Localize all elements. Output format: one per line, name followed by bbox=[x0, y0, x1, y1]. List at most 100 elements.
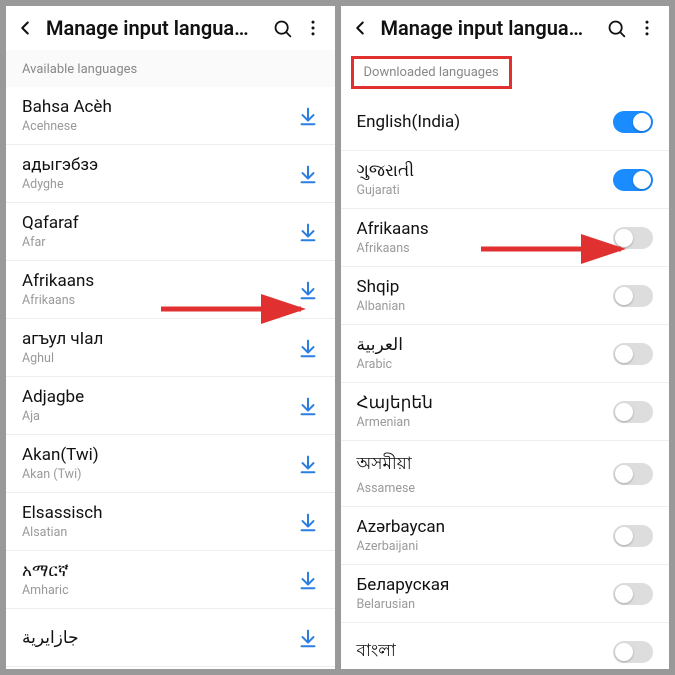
list-item[interactable]: Azərbaycan Azerbaijani bbox=[341, 507, 670, 565]
language-labels: অসমীয়াAssamese bbox=[357, 451, 614, 496]
language-secondary: Afar bbox=[22, 235, 297, 250]
language-toggle[interactable] bbox=[613, 169, 653, 191]
language-toggle[interactable] bbox=[613, 111, 653, 133]
search-icon[interactable] bbox=[272, 18, 293, 39]
language-toggle[interactable] bbox=[613, 343, 653, 365]
download-icon[interactable] bbox=[297, 221, 319, 243]
language-toggle[interactable] bbox=[613, 285, 653, 307]
list-item[interactable]: አማርኛ Amharic bbox=[6, 551, 335, 609]
download-icon[interactable] bbox=[297, 105, 319, 127]
language-secondary: Amharic bbox=[22, 583, 297, 598]
language-labels: Azərbaycan Azerbaijani bbox=[357, 517, 614, 554]
download-icon[interactable] bbox=[297, 163, 319, 185]
list-item[interactable]: Հայերեն Armenian bbox=[341, 383, 670, 441]
language-secondary: Acehnese bbox=[22, 119, 297, 134]
language-primary: Հայերեն bbox=[357, 393, 614, 413]
language-secondary: Belarusian bbox=[357, 597, 614, 612]
language-secondary: Assamese bbox=[357, 481, 614, 496]
language-secondary: Gujarati bbox=[357, 183, 614, 198]
back-icon[interactable] bbox=[14, 17, 36, 39]
list-item[interactable]: адыгэбзэ Adyghe bbox=[6, 145, 335, 203]
list-item[interactable]: AfrikaansAfrikaans bbox=[341, 209, 670, 267]
download-icon[interactable] bbox=[297, 453, 319, 475]
language-toggle[interactable] bbox=[613, 227, 653, 249]
list-item[interactable]: Afrikaans Afrikaans bbox=[6, 261, 335, 319]
language-secondary: Arabic bbox=[357, 357, 614, 372]
list-item[interactable]: QafarafAfar bbox=[6, 203, 335, 261]
language-primary: বাংলা bbox=[357, 638, 614, 666]
download-icon[interactable] bbox=[297, 337, 319, 359]
list-item[interactable]: العربيةArabic bbox=[341, 325, 670, 383]
list-item[interactable]: ગુજરાતી Gujarati bbox=[341, 151, 670, 209]
language-labels: English(India) bbox=[357, 112, 614, 132]
language-toggle[interactable] bbox=[613, 401, 653, 423]
list-item[interactable]: جازايرية bbox=[6, 609, 335, 667]
language-secondary: Azerbaijani bbox=[357, 539, 614, 554]
language-primary: адыгэбзэ bbox=[22, 155, 297, 175]
appbar: Manage input langua… bbox=[6, 6, 335, 50]
language-toggle[interactable] bbox=[613, 583, 653, 605]
language-primary: Afrikaans bbox=[357, 219, 614, 239]
language-primary: አማርኛ bbox=[22, 561, 297, 581]
language-labels: العربيةArabic bbox=[357, 335, 614, 372]
language-primary: Adjagbe bbox=[22, 387, 297, 407]
language-secondary: Albanian bbox=[357, 299, 614, 314]
download-icon[interactable] bbox=[297, 511, 319, 533]
language-primary: Беларуская bbox=[357, 575, 614, 595]
list-item[interactable]: English(India) bbox=[341, 93, 670, 151]
language-labels: агъул чӏалAghul bbox=[22, 329, 297, 366]
language-toggle[interactable] bbox=[613, 641, 653, 663]
list-item[interactable]: অসমীয়াAssamese bbox=[341, 441, 670, 507]
language-primary: Azərbaycan bbox=[357, 517, 614, 537]
language-toggle[interactable] bbox=[613, 525, 653, 547]
language-labels: Bahsa Acèh Acehnese bbox=[22, 97, 297, 134]
language-secondary: Afrikaans bbox=[22, 293, 297, 308]
language-toggle[interactable] bbox=[613, 463, 653, 485]
list-item[interactable]: Bahsa Acèh Acehnese bbox=[6, 87, 335, 145]
back-icon[interactable] bbox=[349, 17, 371, 39]
language-labels: Adjagbe Aja bbox=[22, 387, 297, 424]
language-labels: адыгэбзэ Adyghe bbox=[22, 155, 297, 192]
more-icon[interactable] bbox=[637, 18, 657, 38]
language-labels: QafarafAfar bbox=[22, 213, 297, 250]
list-item[interactable]: Беларуская Belarusian bbox=[341, 565, 670, 623]
list-item[interactable]: Shqip Albanian bbox=[341, 267, 670, 325]
language-labels: جازايرية bbox=[22, 628, 297, 648]
language-secondary: Adyghe bbox=[22, 177, 297, 192]
language-labels: বাংলা bbox=[357, 638, 614, 666]
download-icon[interactable] bbox=[297, 395, 319, 417]
download-icon[interactable] bbox=[297, 627, 319, 649]
language-list-available[interactable]: Bahsa Acèh Acehnese адыгэбзэ Adyghe QafarafA… bbox=[6, 87, 335, 669]
appbar: Manage input langua… bbox=[341, 6, 670, 50]
search-icon[interactable] bbox=[606, 18, 627, 39]
language-primary: Bahsa Acèh bbox=[22, 97, 297, 117]
page-title: Manage input langua… bbox=[46, 16, 262, 40]
phone-right: Manage input langua… Downloaded language… bbox=[341, 6, 670, 669]
more-icon[interactable] bbox=[303, 18, 323, 38]
language-primary: جازايرية bbox=[22, 628, 297, 648]
download-icon[interactable] bbox=[297, 569, 319, 591]
language-labels: Akan(Twi)Akan (Twi) bbox=[22, 445, 297, 482]
language-list-downloaded[interactable]: English(India) ગુજરાતી Gujarati AfrikaansAf… bbox=[341, 93, 670, 669]
list-item[interactable]: агъул чӏалAghul bbox=[6, 319, 335, 377]
language-primary: English(India) bbox=[357, 112, 614, 132]
page-title: Manage input langua… bbox=[381, 16, 597, 40]
language-primary: Shqip bbox=[357, 277, 614, 297]
list-item[interactable]: Elsassisch Alsatian bbox=[6, 493, 335, 551]
language-secondary: Armenian bbox=[357, 415, 614, 430]
list-item[interactable]: বাংলা bbox=[341, 623, 670, 669]
language-secondary: Alsatian bbox=[22, 525, 297, 540]
language-labels: Беларуская Belarusian bbox=[357, 575, 614, 612]
section-header-available: Available languages bbox=[6, 50, 335, 87]
download-icon[interactable] bbox=[297, 279, 319, 301]
list-item[interactable]: Akan(Twi)Akan (Twi) bbox=[6, 435, 335, 493]
language-labels: Elsassisch Alsatian bbox=[22, 503, 297, 540]
language-primary: Afrikaans bbox=[22, 271, 297, 291]
language-secondary: Akan (Twi) bbox=[22, 467, 297, 482]
language-primary: Elsassisch bbox=[22, 503, 297, 523]
list-item[interactable]: Adjagbe Aja bbox=[6, 377, 335, 435]
language-primary: агъул чӏал bbox=[22, 329, 297, 349]
language-secondary: Aja bbox=[22, 409, 297, 424]
language-labels: አማርኛ Amharic bbox=[22, 561, 297, 598]
language-primary: ગુજરાતી bbox=[357, 161, 614, 181]
